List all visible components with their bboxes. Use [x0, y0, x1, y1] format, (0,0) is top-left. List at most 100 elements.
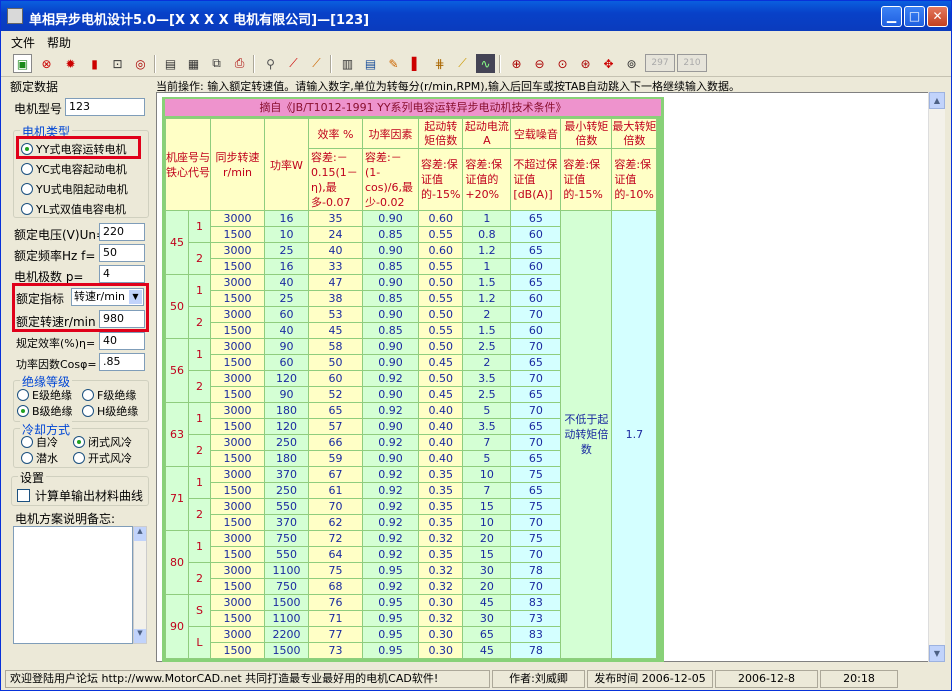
close-button[interactable]: ✕ [927, 6, 948, 27]
insulation-b-label: B级绝缘 [32, 405, 73, 418]
power-factor-input[interactable]: .85 [99, 353, 145, 371]
radio-dot [21, 183, 33, 195]
print-icon[interactable]: ⎙ [230, 54, 249, 73]
noise-cell: 70 [510, 402, 562, 419]
bars-icon[interactable]: ▌ [407, 54, 426, 73]
bookmark-icon[interactable]: ▮ [85, 54, 104, 73]
power-factor-cell: 0.85 [362, 226, 419, 243]
start-torque-cell: 0.35 [417, 546, 464, 563]
radio-dot [21, 163, 33, 175]
cooling-submersible-radio[interactable]: 潜水 [21, 450, 58, 466]
start-torque-cell: 0.55 [417, 258, 464, 275]
preview-icon[interactable]: ⧉ [207, 54, 226, 73]
power-factor-cell: 0.92 [362, 370, 419, 387]
header-sync-speed: 同步转速r/min [210, 118, 265, 211]
scroll-up-icon[interactable]: ▲ [929, 92, 945, 109]
efficiency-cell: 65 [308, 402, 363, 419]
tolerance-start-torque: 容差:保证值的-15% [417, 148, 464, 211]
line-chart-icon[interactable]: ⟋ [307, 54, 326, 73]
start-current-cell: 1.5 [462, 322, 512, 339]
pen-icon[interactable]: ⟋ [453, 54, 472, 73]
speed-cell: 3000 [210, 498, 265, 515]
type-yu-radio[interactable]: YU式电阻起动电机 [21, 181, 128, 197]
winding-icon[interactable]: ⋕ [430, 54, 449, 73]
zoom-page-icon[interactable]: ⊚ [622, 54, 641, 73]
insulation-e-radio[interactable]: E级绝缘 [17, 387, 72, 403]
window-title: 单相异步电机设计5.0—[X X X X 电机有限公司]—[123] [29, 13, 370, 28]
target-icon[interactable]: ◎ [131, 54, 150, 73]
power-cell: 40 [264, 322, 309, 339]
status-bar: 欢迎登陆用户论坛 http://www.MotorCAD.net 共同打造最专业… [1, 668, 951, 690]
voltage-input[interactable]: 220 [99, 223, 145, 241]
maximize-button[interactable]: □ [904, 6, 925, 27]
minimize-button[interactable]: ▁ [881, 6, 902, 27]
start-current-cell: 1.2 [462, 242, 512, 259]
scroll-down-icon[interactable]: ▼ [134, 629, 146, 643]
zoom-fit-icon[interactable]: ⊙ [553, 54, 572, 73]
scroll-down-icon[interactable]: ▼ [929, 645, 945, 662]
efficiency-cell: 72 [308, 530, 363, 547]
speed-cell: 3000 [210, 338, 265, 355]
rated-data-title: 额定数据 [10, 80, 59, 94]
frequency-input[interactable]: 50 [99, 244, 145, 262]
seat-number-cell: 71 [165, 466, 189, 531]
output-curve-checkbox[interactable]: 计算单输出材料曲线 [17, 487, 143, 504]
memo-textarea[interactable] [13, 526, 133, 644]
calculator-icon[interactable]: ▥ [338, 54, 357, 73]
cooling-self-radio[interactable]: 自冷 [21, 434, 58, 450]
cooling-open-radio[interactable]: 开式风冷 [73, 450, 132, 466]
speed-cell: 1500 [210, 450, 265, 467]
power-factor-cell: 0.95 [362, 562, 419, 579]
scroll-up-icon[interactable]: ▲ [134, 527, 146, 541]
insulation-f-radio[interactable]: F级绝缘 [82, 387, 136, 403]
paper-width-box[interactable]: 297 [645, 54, 675, 72]
core-code-cell: 2 [188, 434, 211, 467]
power-factor-cell: 0.85 [362, 258, 419, 275]
power-factor-cell: 0.92 [362, 402, 419, 419]
efficiency-cell: 47 [308, 274, 363, 291]
export-icon[interactable]: ✎ [384, 54, 403, 73]
cooling-closed-radio[interactable]: 闭式风冷 [73, 434, 132, 450]
curve-icon[interactable]: ⟋ [284, 54, 303, 73]
pan-icon[interactable]: ✥ [599, 54, 618, 73]
efficiency-cell: 75 [308, 562, 363, 579]
save-icon[interactable]: ▤ [361, 54, 380, 73]
zoom-area-icon[interactable]: ⊛ [576, 54, 595, 73]
noise-cell: 65 [510, 274, 562, 291]
radio-dot [17, 389, 29, 401]
insulation-b-radio[interactable]: B级绝缘 [17, 403, 73, 419]
header-min-torque: 最小转矩倍数 [560, 118, 613, 149]
power-cell: 250 [264, 434, 309, 451]
calculate-icon[interactable]: ▦ [184, 54, 203, 73]
insulation-h-radio[interactable]: H级绝缘 [82, 403, 138, 419]
model-input[interactable]: 123 [65, 98, 145, 116]
power-cell: 1100 [264, 562, 309, 579]
graph-icon[interactable]: ∿ [476, 54, 495, 73]
memo-scrollbar[interactable]: ▲ ▼ [133, 526, 147, 644]
document-icon[interactable]: ▤ [161, 54, 180, 73]
tolerance-efficiency: 容差:－0.15(1－η),最多-0.07 [308, 148, 363, 211]
type-yc-radio[interactable]: YC式电容起动电机 [21, 161, 127, 177]
vertical-scrollbar[interactable]: ▲ ▼ [928, 92, 945, 662]
zoom-in-icon[interactable]: ⊕ [507, 54, 526, 73]
power-cell: 40 [264, 274, 309, 291]
menu-file[interactable]: 文件 [11, 34, 35, 51]
menu-help[interactable]: 帮助 [47, 34, 71, 51]
start-torque-cell: 0.40 [417, 402, 464, 419]
efficiency-input[interactable]: 40 [99, 332, 145, 350]
settings-icon[interactable]: ✹ [61, 54, 80, 73]
tools-icon[interactable]: ⚲ [261, 54, 280, 73]
window-icon[interactable]: ⊡ [108, 54, 127, 73]
paper-height-box[interactable]: 210 [677, 54, 707, 72]
type-yl-radio[interactable]: YL式双值电容电机 [21, 201, 126, 217]
radio-dot [21, 203, 33, 215]
power-cell: 90 [264, 338, 309, 355]
core-code-cell: 1 [188, 530, 211, 563]
speed-cell: 1500 [210, 258, 265, 275]
new-design-icon[interactable]: ▣ [13, 54, 32, 73]
app-window: 单相异步电机设计5.0—[X X X X 电机有限公司]—[123] ▁ □ ✕… [0, 0, 952, 691]
poles-input[interactable]: 4 [99, 265, 145, 283]
zoom-out-icon[interactable]: ⊖ [530, 54, 549, 73]
stop-icon[interactable]: ⊗ [37, 54, 56, 73]
noise-cell: 73 [510, 610, 562, 627]
